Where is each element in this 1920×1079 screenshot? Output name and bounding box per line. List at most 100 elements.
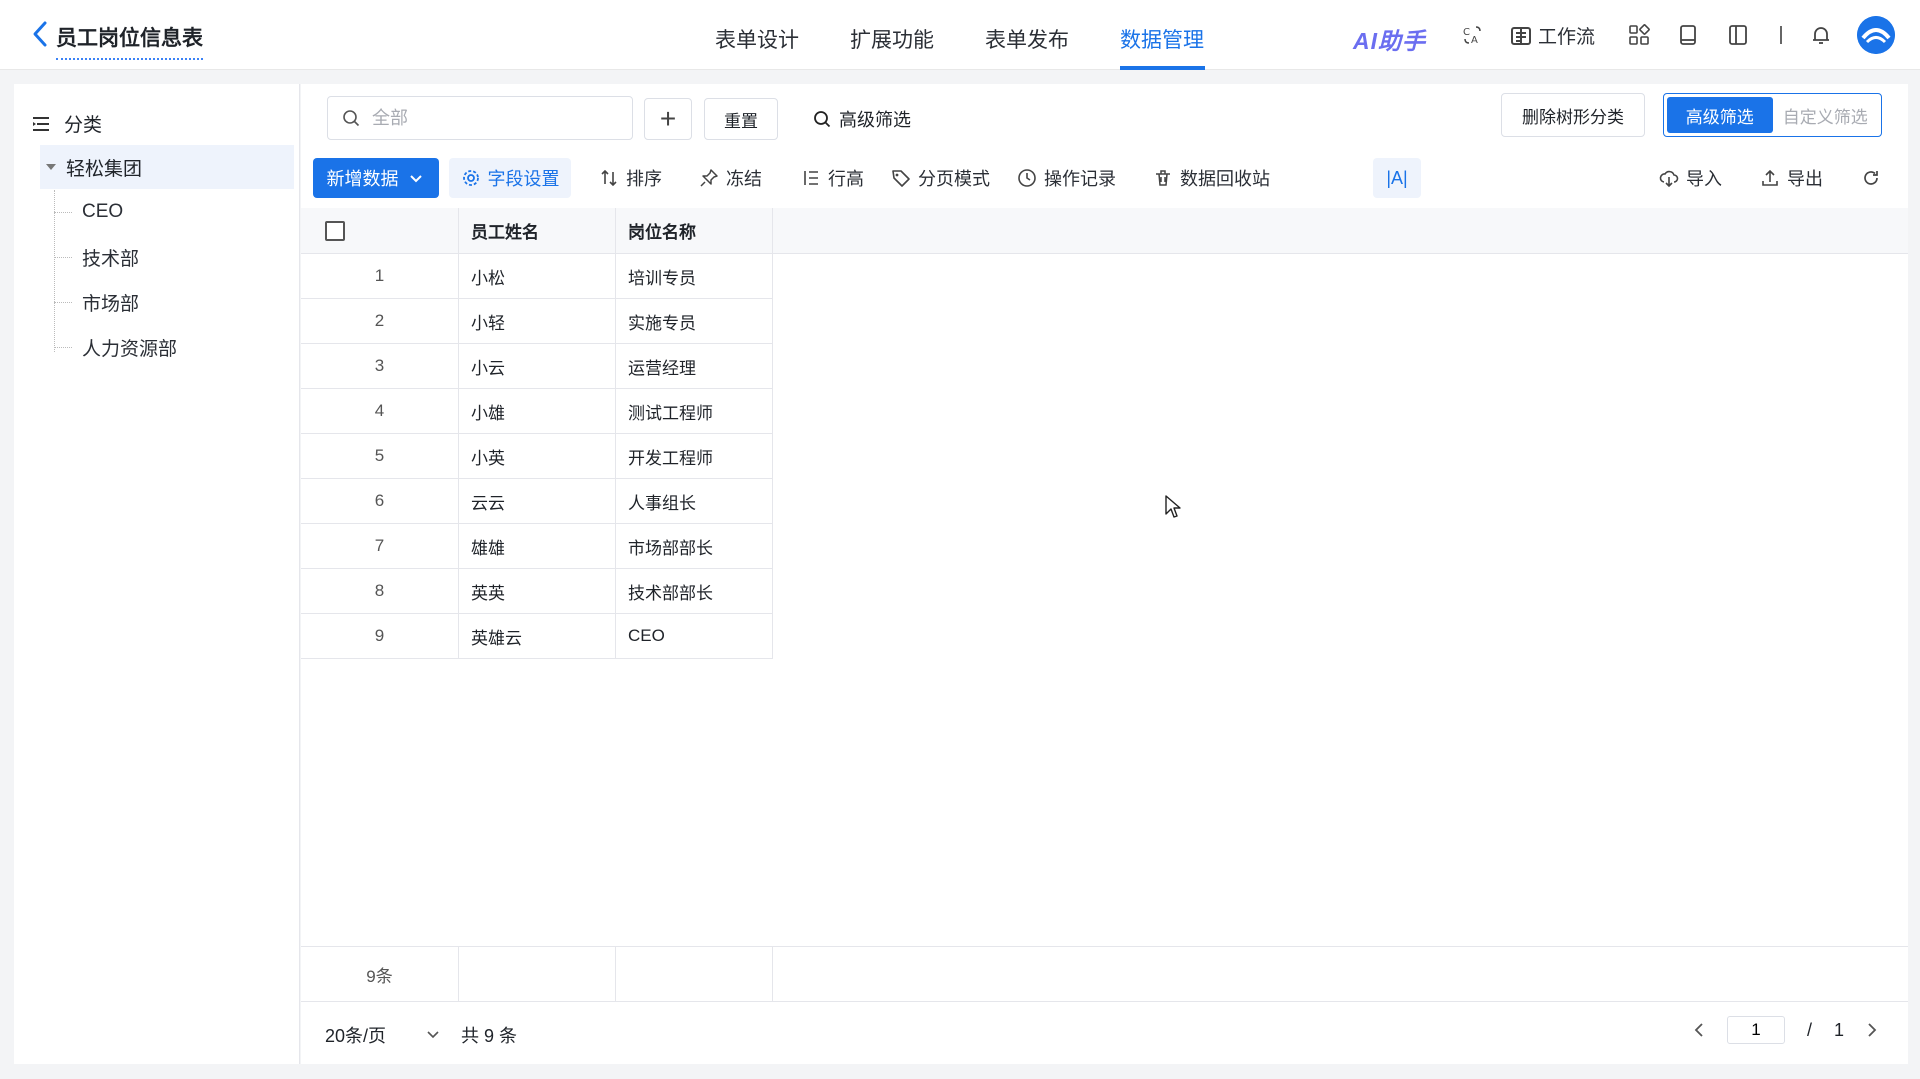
delete-tree-category-button[interactable]: 删除树形分类 — [1501, 93, 1645, 137]
employee-name-cell[interactable]: 云云 — [459, 479, 616, 524]
page-mode-button[interactable]: 分页模式 — [891, 158, 990, 198]
svg-text:A: A — [1471, 35, 1478, 46]
advanced-filter-option[interactable]: 高级筛选 — [1667, 97, 1773, 133]
layout-panel-icon[interactable] — [1727, 24, 1749, 46]
employee-name-cell[interactable]: 小轻 — [459, 299, 616, 344]
import-button[interactable]: 导入 — [1659, 158, 1722, 198]
table-row[interactable]: 3 小云 运营经理 — [301, 344, 1908, 389]
apps-grid-icon[interactable] — [1628, 24, 1650, 46]
recycle-bin-label: 数据回收站 — [1180, 169, 1270, 189]
position-name-cell[interactable]: 开发工程师 — [616, 434, 773, 479]
tab-data-management[interactable]: 数据管理 — [1120, 24, 1204, 54]
table-row[interactable]: 1 小松 培训专员 — [301, 254, 1908, 299]
user-avatar[interactable] — [1857, 16, 1895, 54]
position-name-cell[interactable]: 人事组长 — [616, 479, 773, 524]
sort-button[interactable]: 排序 — [599, 158, 662, 198]
new-data-button[interactable]: 新增数据 — [313, 158, 439, 198]
employee-name-cell[interactable]: 雄雄 — [459, 524, 616, 569]
translate-icon[interactable]: CA — [1462, 24, 1484, 46]
tree-item-hr[interactable]: 人力资源部 — [54, 329, 177, 365]
sidebar-header: 分类 — [32, 110, 102, 137]
table-header-row: 员工姓名 岗位名称 — [301, 208, 1908, 254]
column-header-position[interactable]: 岗位名称 — [616, 208, 773, 254]
tree-item-label: CEO — [82, 201, 124, 222]
select-all-checkbox[interactable] — [325, 220, 345, 241]
employee-name-cell[interactable]: 小松 — [459, 254, 616, 299]
table-row[interactable]: 9 英雄云 CEO — [301, 614, 1908, 659]
custom-filter-option[interactable]: 自定义筛选 — [1773, 97, 1879, 133]
row-height-button[interactable]: 行高 — [801, 158, 864, 198]
add-filter-button[interactable]: + — [644, 98, 692, 140]
tab-form-publish[interactable]: 表单发布 — [985, 24, 1069, 54]
chevron-left-icon[interactable] — [1693, 1022, 1705, 1038]
workflow-icon — [1511, 26, 1531, 45]
form-title[interactable]: 员工岗位信息表 — [56, 22, 203, 60]
chevron-down-icon — [427, 1031, 439, 1039]
table-row[interactable]: 5 小英 开发工程师 — [301, 434, 1908, 479]
table-row[interactable]: 2 小轻 实施专员 — [301, 299, 1908, 344]
table-row[interactable]: 8 英英 技术部部长 — [301, 569, 1908, 614]
export-button[interactable]: 导出 — [1760, 158, 1823, 198]
search-box[interactable] — [327, 96, 633, 140]
position-name-cell[interactable]: 运营经理 — [616, 344, 773, 389]
pagination: 20条/页 共 9 条 / 1 — [301, 1002, 1908, 1064]
table-row[interactable]: 4 小雄 测试工程师 — [301, 389, 1908, 434]
data-toolbar: 新增数据 字段设置 排序 冻结 行高 分页模式 操作记录 数据回收站 |A| 导… — [313, 158, 1903, 198]
row-index: 5 — [301, 434, 459, 479]
tree-root-label: 轻松集团 — [66, 158, 143, 180]
summary-row: 9条 — [301, 946, 1908, 1002]
position-name-cell[interactable]: 市场部部长 — [616, 524, 773, 569]
workflow-button[interactable]: 工作流 — [1510, 22, 1595, 49]
recycle-bin-button[interactable]: 数据回收站 — [1153, 158, 1270, 198]
workflow-label: 工作流 — [1538, 27, 1596, 48]
filter-mode-toggle: 高级筛选 自定义筛选 — [1663, 93, 1882, 137]
employee-name-cell[interactable]: 小云 — [459, 344, 616, 389]
freeze-button[interactable]: 冻结 — [699, 158, 762, 198]
tab-extensions[interactable]: 扩展功能 — [850, 24, 934, 54]
employee-name-cell[interactable]: 小英 — [459, 434, 616, 479]
caret-down-icon[interactable] — [46, 164, 56, 170]
field-settings-button[interactable]: 字段设置 — [449, 158, 571, 198]
freeze-label: 冻结 — [726, 169, 762, 189]
font-toggle-button[interactable]: |A| — [1373, 158, 1421, 198]
svg-text:C: C — [1463, 27, 1470, 38]
tag-icon — [892, 170, 910, 187]
employee-name-cell[interactable]: 英英 — [459, 569, 616, 614]
refresh-button[interactable] — [1861, 158, 1881, 198]
position-name-cell[interactable]: 实施专员 — [616, 299, 773, 344]
table-row[interactable]: 7 雄雄 市场部部长 — [301, 524, 1908, 569]
employee-name-cell[interactable]: 小雄 — [459, 389, 616, 434]
page-navigator: / 1 — [1693, 1016, 1878, 1044]
book-icon[interactable] — [1677, 24, 1699, 46]
search-input[interactable] — [372, 107, 612, 129]
ai-assistant-button[interactable]: AI助手 — [1353, 22, 1426, 56]
cloud-download-icon — [1659, 170, 1679, 188]
tree-item-market[interactable]: 市场部 — [54, 284, 139, 320]
total-count: 共 9 条 — [461, 1026, 518, 1046]
column-header-name[interactable]: 员工姓名 — [459, 208, 616, 254]
advanced-filter-link[interactable]: 高级筛选 — [813, 106, 911, 132]
tab-form-design[interactable]: 表单设计 — [715, 24, 799, 54]
position-name-cell[interactable]: CEO — [616, 614, 773, 659]
employee-name-cell[interactable]: 英雄云 — [459, 614, 616, 659]
chevron-right-icon[interactable] — [1866, 1022, 1878, 1038]
tree-item-ceo[interactable]: CEO — [54, 194, 123, 230]
total-pages: 1 — [1833, 1019, 1844, 1040]
tree-item-tech[interactable]: 技术部 — [54, 239, 139, 275]
table-row[interactable]: 6 云云 人事组长 — [301, 479, 1908, 524]
position-name-cell[interactable]: 测试工程师 — [616, 389, 773, 434]
page-number-input[interactable] — [1726, 1016, 1785, 1044]
upload-icon — [1762, 169, 1778, 186]
page-separator: / — [1806, 1019, 1812, 1040]
mouse-cursor-icon — [1165, 495, 1181, 518]
position-name-cell[interactable]: 技术部部长 — [616, 569, 773, 614]
operation-log-button[interactable]: 操作记录 — [1017, 158, 1116, 198]
tree-root-node[interactable]: 轻松集团 — [40, 145, 294, 189]
back-arrow-icon[interactable] — [28, 19, 52, 49]
reset-button[interactable]: 重置 — [704, 98, 778, 140]
position-name-cell[interactable]: 培训专员 — [616, 254, 773, 299]
bell-icon[interactable] — [1810, 24, 1832, 46]
header-filler — [773, 208, 1908, 254]
page-size-select[interactable]: 20条/页 — [325, 1022, 440, 1048]
collapse-menu-icon[interactable] — [32, 116, 50, 132]
